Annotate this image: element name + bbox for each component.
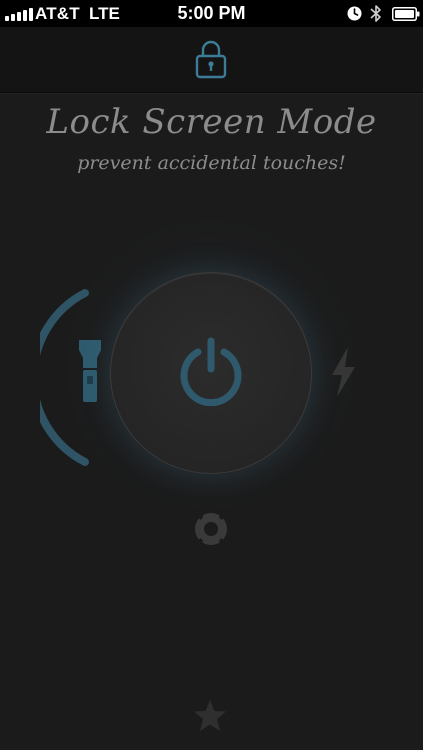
power-icon bbox=[180, 337, 242, 407]
bluetooth-icon bbox=[370, 5, 381, 22]
lightning-bolt-icon[interactable] bbox=[328, 345, 358, 399]
power-button[interactable] bbox=[110, 272, 312, 474]
lock-icon[interactable] bbox=[192, 39, 230, 79]
status-bar: AT&T LTE 5:00 PM bbox=[0, 0, 423, 27]
alarm-clock-icon bbox=[347, 6, 362, 21]
flashlight-icon[interactable] bbox=[78, 338, 102, 404]
nav-bar bbox=[0, 27, 423, 93]
app-screen: AT&T LTE 5:00 PM Lock Screen Mode preven… bbox=[0, 0, 423, 750]
battery-icon bbox=[392, 7, 420, 21]
page-subtitle: prevent accidental touches! bbox=[77, 152, 346, 174]
page-title: Lock Screen Mode bbox=[46, 102, 377, 142]
lifebuoy-icon[interactable] bbox=[192, 510, 230, 548]
star-icon[interactable] bbox=[192, 698, 228, 734]
